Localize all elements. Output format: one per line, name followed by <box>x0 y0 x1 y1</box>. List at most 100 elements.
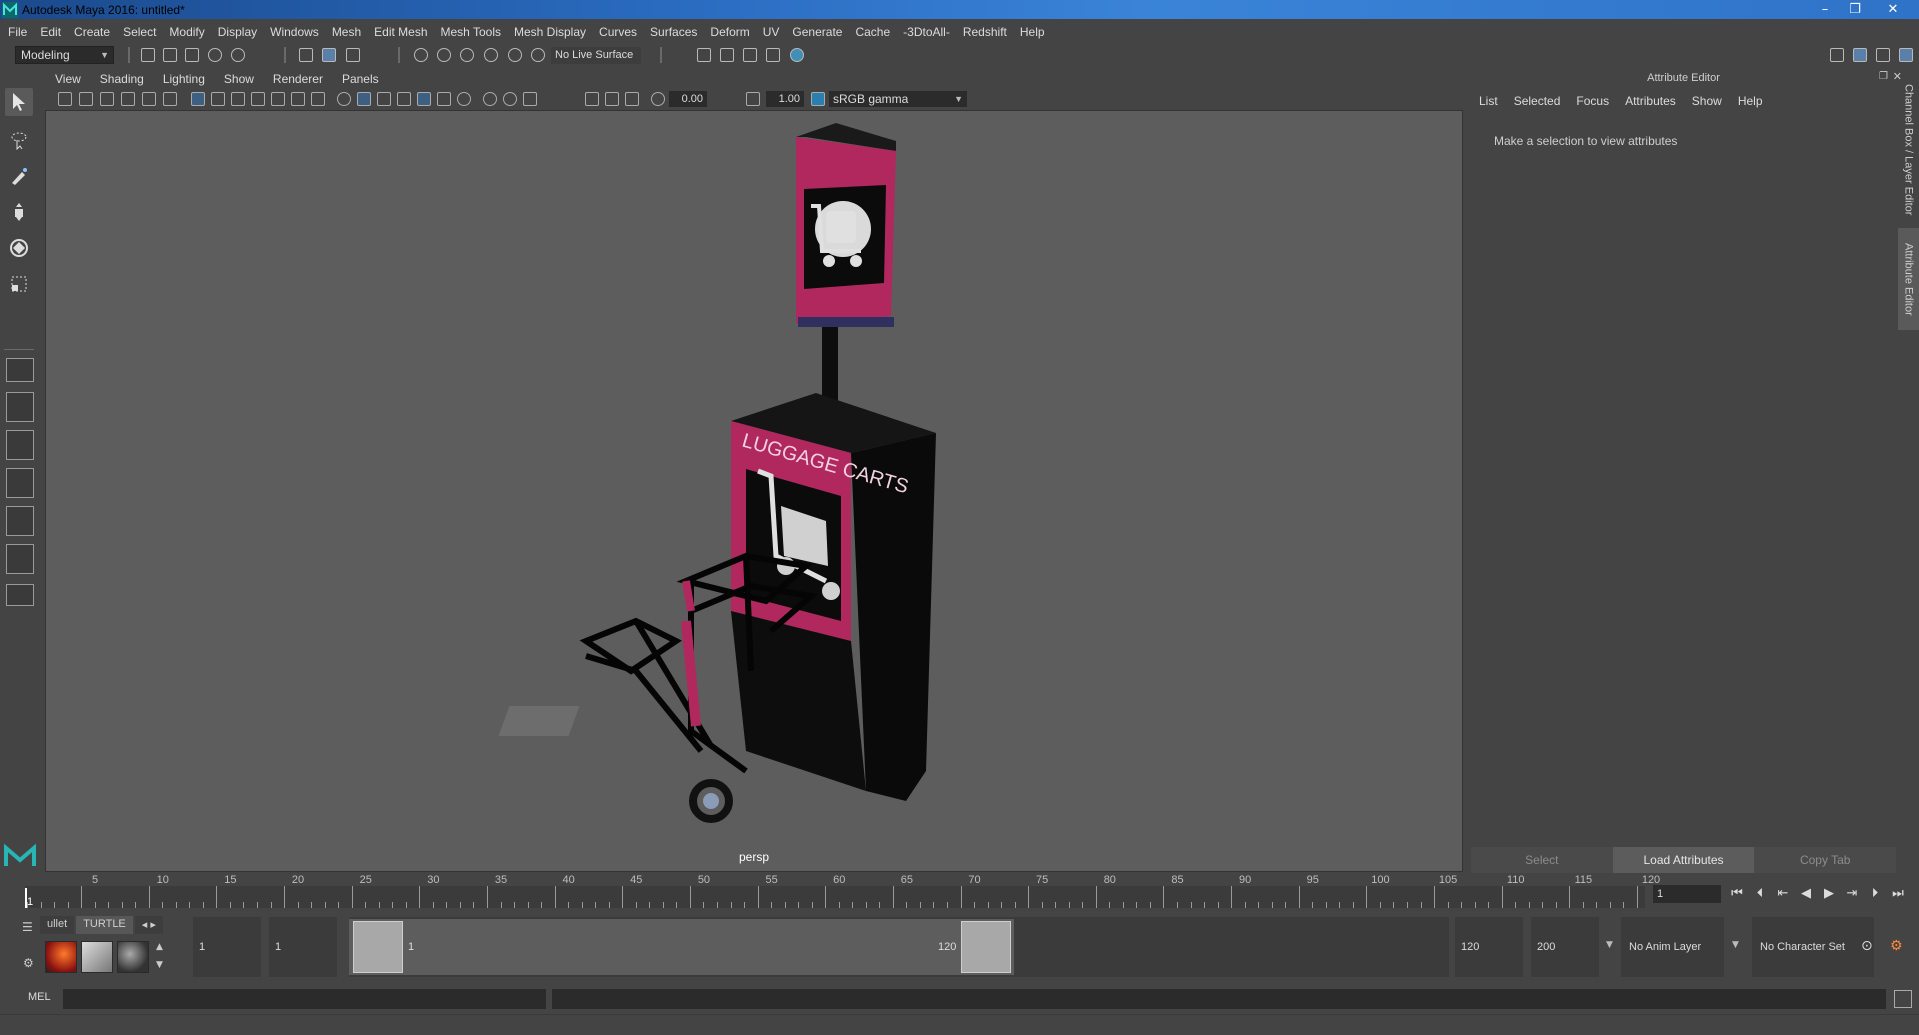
menu-windows[interactable]: Windows <box>270 25 319 39</box>
go-to-end-icon[interactable]: ⏭ <box>1889 884 1907 902</box>
menu-curves[interactable]: Curves <box>599 25 637 39</box>
field-chart-icon[interactable] <box>271 92 285 106</box>
menu-edit-mesh[interactable]: Edit Mesh <box>374 25 427 39</box>
menu-3dtoall[interactable]: -3DtoAll- <box>903 25 950 39</box>
time-slider-track[interactable]: 5 10 15 20 25 30 35 40 45 50 55 60 65 70 75 80 85 90 95 100… <box>25 874 1660 908</box>
redo-icon[interactable] <box>231 48 245 62</box>
menu-cache[interactable]: Cache <box>855 25 890 39</box>
exposure-field[interactable]: 0.00 <box>669 91 707 107</box>
chevron-down-icon[interactable]: ▼ <box>1732 940 1739 950</box>
menu-set-dropdown[interactable]: Modeling ▼ <box>15 46 114 64</box>
film-gate-icon[interactable] <box>211 92 225 106</box>
playback-end-field[interactable]: 120 <box>1455 917 1523 977</box>
lasso-tool-icon[interactable] <box>5 126 33 154</box>
paint-select-tool-icon[interactable] <box>5 162 33 190</box>
play-backwards-icon[interactable]: ◀ <box>1797 884 1815 902</box>
hypershade-layout-icon[interactable] <box>6 544 34 574</box>
shelf-tab-bullet[interactable]: ullet <box>40 916 75 934</box>
ae-menu-list[interactable]: List <box>1479 94 1498 108</box>
close-button[interactable]: ✕ <box>1880 0 1906 19</box>
custom-layout-icon[interactable] <box>6 584 34 606</box>
bookmark-icon[interactable] <box>100 92 114 106</box>
ae-menu-selected[interactable]: Selected <box>1514 94 1561 108</box>
shelf-scroll-up-icon[interactable]: ▲ <box>156 942 163 952</box>
viewport-menu-show[interactable]: Show <box>224 72 254 86</box>
viewport-menu-renderer[interactable]: Renderer <box>273 72 323 86</box>
menu-surfaces[interactable]: Surfaces <box>650 25 697 39</box>
viewport-menu-panels[interactable]: Panels <box>342 72 379 86</box>
shelf-tab-turtle[interactable]: TURTLE <box>76 916 133 934</box>
script-language-label[interactable]: MEL <box>28 991 51 1003</box>
copy-tab-button[interactable]: Copy Tab <box>1754 847 1897 873</box>
ipr-render-icon[interactable] <box>743 48 757 62</box>
animation-end-field[interactable]: 200 <box>1531 917 1599 977</box>
float-panel-icon[interactable]: ❐ <box>1879 71 1888 82</box>
snap-point-icon[interactable] <box>460 48 474 62</box>
go-to-start-icon[interactable]: ⏮ <box>1728 884 1746 902</box>
xray-icon[interactable] <box>605 92 619 106</box>
ae-menu-show[interactable]: Show <box>1692 94 1722 108</box>
maximize-button[interactable]: ❐ <box>1842 0 1868 19</box>
range-end-handle[interactable] <box>961 921 1011 973</box>
select-component-icon[interactable] <box>346 48 360 62</box>
menu-display[interactable]: Display <box>218 25 257 39</box>
range-slider[interactable]: 1 120 <box>349 917 1449 977</box>
outliner-layout-icon[interactable] <box>6 468 34 498</box>
save-scene-icon[interactable] <box>185 48 199 62</box>
single-pane-layout-icon[interactable] <box>6 358 34 382</box>
gamma-icon[interactable] <box>746 92 760 106</box>
resolution-gate-icon[interactable] <box>231 92 245 106</box>
menu-deform[interactable]: Deform <box>710 25 749 39</box>
play-forwards-icon[interactable]: ▶ <box>1820 884 1838 902</box>
ae-menu-attributes[interactable]: Attributes <box>1625 94 1676 108</box>
anim-layer-dropdown[interactable]: No Anim Layer <box>1621 917 1724 977</box>
screen-space-ao-icon[interactable] <box>483 92 497 106</box>
exposure-icon[interactable] <box>651 92 665 106</box>
menu-modify[interactable]: Modify <box>169 25 204 39</box>
character-set-dropdown[interactable]: No Character Set <box>1752 917 1874 977</box>
animation-start-field[interactable]: 1 <box>193 917 261 977</box>
menu-generate[interactable]: Generate <box>792 25 842 39</box>
snap-live-icon[interactable] <box>508 48 522 62</box>
script-editor-icon[interactable] <box>1894 990 1912 1008</box>
attribute-editor-toggle-icon[interactable] <box>1853 48 1867 62</box>
use-all-lights-icon[interactable] <box>437 92 451 106</box>
modeling-toolkit-icon[interactable] <box>1830 48 1844 62</box>
shelf-menu-icon[interactable]: ☰ <box>22 920 33 934</box>
step-back-key-icon[interactable]: ⇤ <box>1774 884 1792 902</box>
shelf-settings-icon[interactable]: ⚙ <box>23 956 34 970</box>
new-scene-icon[interactable] <box>141 48 155 62</box>
isolate-select-icon[interactable] <box>585 92 599 106</box>
motion-blur-icon[interactable] <box>503 92 517 106</box>
view-transform-dropdown[interactable]: sRGB gamma ▼ <box>829 91 967 107</box>
safe-action-icon[interactable] <box>291 92 305 106</box>
open-scene-icon[interactable] <box>163 48 177 62</box>
shadows-icon[interactable] <box>457 92 471 106</box>
channel-box-toggle-icon[interactable] <box>1899 48 1913 62</box>
snap-curve-icon[interactable] <box>437 48 451 62</box>
menu-mesh-display[interactable]: Mesh Display <box>514 25 586 39</box>
tab-attribute-editor[interactable]: Attribute Editor <box>1898 228 1919 330</box>
gamma-field[interactable]: 1.00 <box>766 91 804 107</box>
viewport-menu-shading[interactable]: Shading <box>100 72 144 86</box>
turtle-bake-icon[interactable] <box>81 941 113 973</box>
gate-mask-icon[interactable] <box>251 92 265 106</box>
auto-key-icon[interactable]: ⊙ <box>1861 938 1873 954</box>
menu-edit[interactable]: Edit <box>40 25 61 39</box>
menu-mesh[interactable]: Mesh <box>332 25 361 39</box>
color-management-icon[interactable] <box>811 92 825 106</box>
snap-grid-icon[interactable] <box>414 48 428 62</box>
ae-menu-help[interactable]: Help <box>1738 94 1763 108</box>
scale-tool-icon[interactable] <box>5 270 33 298</box>
hypershade-icon[interactable] <box>790 48 804 62</box>
chevron-down-icon[interactable]: ▼ <box>1606 940 1613 950</box>
menu-uv[interactable]: UV <box>763 25 780 39</box>
select-button[interactable]: Select <box>1471 847 1613 873</box>
step-forward-frame-icon[interactable]: ⏵ <box>1866 884 1884 902</box>
animation-preferences-icon[interactable]: ⚙ <box>1890 938 1903 954</box>
camera-select-icon[interactable] <box>58 92 72 106</box>
wireframe-on-shaded-icon[interactable] <box>397 92 411 106</box>
menu-redshift[interactable]: Redshift <box>963 25 1007 39</box>
command-input[interactable] <box>63 989 546 1009</box>
minimize-button[interactable]: – <box>1812 0 1838 19</box>
